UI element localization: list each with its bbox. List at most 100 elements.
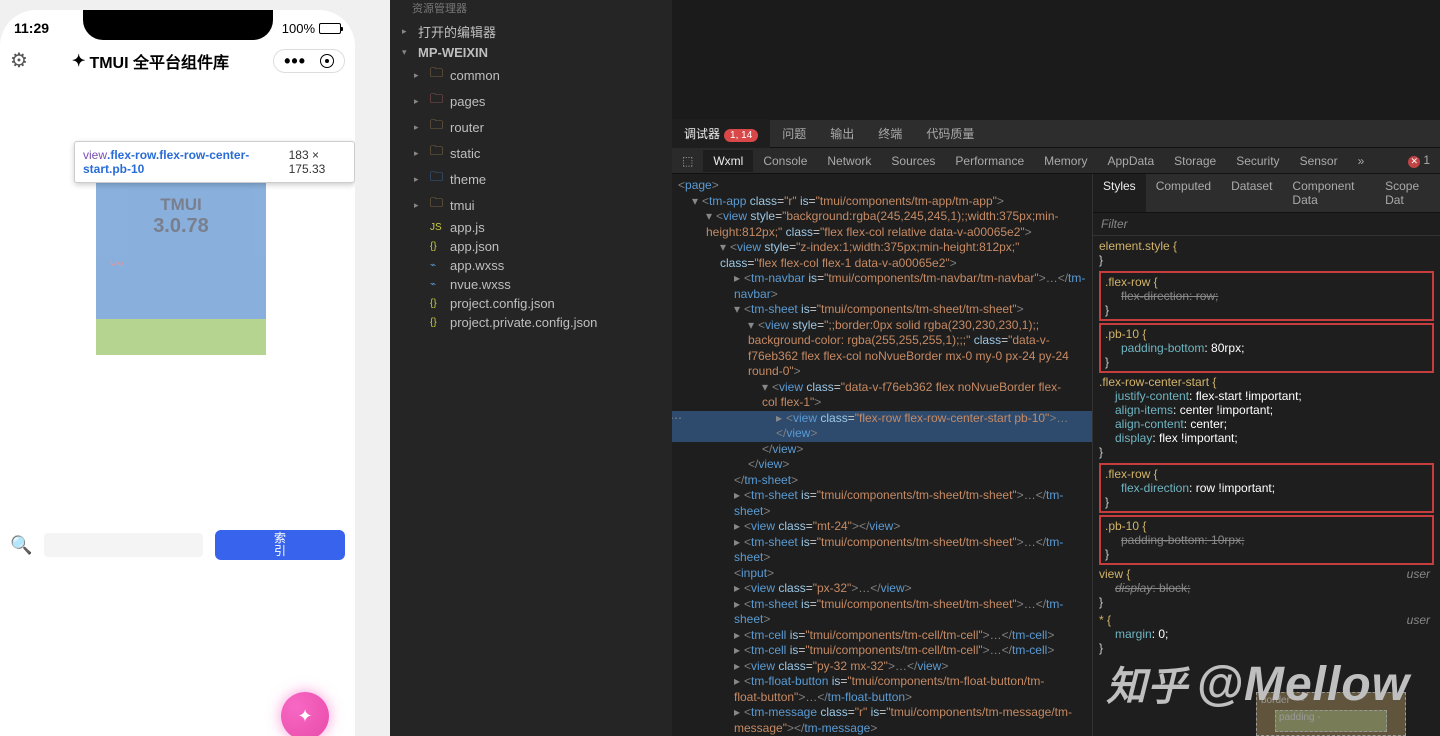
miniprogram-capsule[interactable]: •••: [273, 49, 345, 73]
phone-notch: [83, 10, 273, 40]
tab-debugger[interactable]: 调试器1, 14: [672, 119, 770, 148]
folder-static[interactable]: ▸🗀static: [390, 140, 672, 166]
dom-node[interactable]: </view>: [672, 457, 1092, 473]
file-icon: ⌁: [430, 260, 444, 271]
subtab-wxml[interactable]: Wxml: [703, 150, 753, 172]
devtools-top-tabbar: 调试器1, 14 问题 输出 终端 代码质量: [672, 120, 1440, 148]
dom-node[interactable]: ▸<tm-sheet is="tmui/components/tm-sheet/…: [672, 488, 1092, 504]
dom-node[interactable]: ▸<tm-cell is="tmui/components/tm-cell/tm…: [672, 628, 1092, 644]
dom-node[interactable]: ▸<tm-cell is="tmui/components/tm-cell/tm…: [672, 643, 1092, 659]
dom-tree[interactable]: <page>▾<tm-app class="r" is="tmui/compon…: [672, 174, 1092, 736]
css-rule[interactable]: .flex-row-center-start {justify-content:…: [1099, 375, 1434, 459]
dom-node[interactable]: ▸<tm-message class="r" is="tmui/componen…: [672, 705, 1092, 721]
tab-output[interactable]: 输出: [818, 119, 866, 148]
folder-pages[interactable]: ▸🗀pages: [390, 88, 672, 114]
section-open-editors[interactable]: ▸打开的编辑器: [390, 20, 672, 43]
dom-node[interactable]: ▸<view class="px-32">…</view>: [672, 581, 1092, 597]
dom-node[interactable]: ▸<tm-navbar is="tmui/components/tm-navba…: [672, 271, 1092, 287]
subtab-storage[interactable]: Storage: [1164, 150, 1226, 172]
filter-input[interactable]: Filter: [1093, 213, 1440, 236]
subtab-memory[interactable]: Memory: [1034, 150, 1097, 172]
dom-node[interactable]: f76eb362 flex flex-col noNvueBorder mx-0…: [672, 349, 1092, 365]
styletab-computed[interactable]: Computed: [1146, 174, 1221, 212]
dom-node[interactable]: col flex-1">: [672, 395, 1092, 411]
dom-node[interactable]: background-color: rgba(255,255,255,1);;;…: [672, 333, 1092, 349]
dom-node[interactable]: ▾<view class="data-v-f76eb362 flex noNvu…: [672, 380, 1092, 396]
folder-theme[interactable]: ▸🗀theme: [390, 166, 672, 192]
subtab-security[interactable]: Security: [1226, 150, 1289, 172]
dom-node[interactable]: ▾<view style="background:rgba(245,245,24…: [672, 209, 1092, 225]
dom-node[interactable]: height:812px;" class="flex flex-col rela…: [672, 225, 1092, 241]
float-action-button[interactable]: ✦: [281, 692, 329, 736]
dom-node[interactable]: sheet>: [672, 612, 1092, 628]
dom-node[interactable]: ▸<tm-float-button is="tmui/components/tm…: [672, 674, 1092, 690]
css-rule[interactable]: view {userdisplay: block;}: [1099, 567, 1434, 609]
styletab-scope-dat[interactable]: Scope Dat: [1375, 174, 1440, 212]
dom-node[interactable]: ▸<view class="py-32 mx-32">…</view>: [672, 659, 1092, 675]
subtab-sensor[interactable]: Sensor: [1290, 150, 1348, 172]
subtab-appdata[interactable]: AppData: [1097, 150, 1164, 172]
dom-node[interactable]: <page>: [672, 178, 1092, 194]
folder-icon: 🗀: [430, 64, 444, 86]
subtab-network[interactable]: Network: [817, 150, 881, 172]
tab-issues[interactable]: 问题: [770, 119, 818, 148]
dom-node[interactable]: ▾<view style=";;border:0px solid rgba(23…: [672, 318, 1092, 334]
search-icon[interactable]: 🔍: [10, 535, 32, 556]
tab-quality[interactable]: 代码质量: [914, 119, 986, 148]
css-rules[interactable]: element.style {} .flex-row {flex-directi…: [1093, 236, 1440, 662]
file-project.config.json[interactable]: {}project.config.json: [390, 294, 672, 313]
target-icon[interactable]: [320, 54, 334, 68]
dom-node[interactable]: navbar>: [672, 287, 1092, 303]
dom-node[interactable]: ▸<view class="mt-24"></view>: [672, 519, 1092, 535]
css-rule[interactable]: .pb-10 {padding-bottom: 80rpx;}: [1099, 323, 1434, 373]
error-count[interactable]: ✕1: [1398, 149, 1440, 172]
file-app.wxss[interactable]: ⌁app.wxss: [390, 256, 672, 275]
inspect-dims: 183 × 175.33: [289, 148, 346, 176]
dom-node[interactable]: ▸<tm-sheet is="tmui/components/tm-sheet/…: [672, 535, 1092, 551]
dom-node[interactable]: ▾<tm-sheet is="tmui/components/tm-sheet/…: [672, 302, 1092, 318]
dom-node[interactable]: <input>: [672, 566, 1092, 582]
styletab-component-data[interactable]: Component Data: [1282, 174, 1375, 212]
tab-terminal[interactable]: 终端: [866, 119, 914, 148]
folder-root[interactable]: ▾MP-WEIXIN: [390, 43, 672, 62]
dom-node[interactable]: ▾<tm-app class="r" is="tmui/components/t…: [672, 194, 1092, 210]
css-rule[interactable]: * {usermargin: 0;}: [1099, 613, 1434, 655]
subtab-console[interactable]: Console: [753, 150, 817, 172]
css-rule[interactable]: .flex-row {flex-direction: row !importan…: [1099, 463, 1434, 513]
inspected-element-overlay[interactable]: TMUI 3.0.78 〰: [96, 183, 266, 355]
index-button[interactable]: 索 引: [215, 530, 345, 560]
dom-node[interactable]: ▾<view style="z-index:1;width:375px;min-…: [672, 240, 1092, 256]
folder-tmui[interactable]: ▸🗀tmui: [390, 192, 672, 218]
dom-node[interactable]: ▸<tm-sheet is="tmui/components/tm-sheet/…: [672, 597, 1092, 613]
folder-common[interactable]: ▸🗀common: [390, 62, 672, 88]
dom-node[interactable]: round-0">: [672, 364, 1092, 380]
styles-pane: StylesComputedDatasetComponent DataScope…: [1092, 174, 1440, 736]
css-rule[interactable]: .flex-row {flex-direction: row;}: [1099, 271, 1434, 321]
styletab-styles[interactable]: Styles: [1093, 174, 1146, 212]
more-tabs-icon[interactable]: »: [1348, 150, 1375, 172]
inspect-element-icon[interactable]: ⬚: [672, 150, 703, 172]
dom-node[interactable]: </view>: [672, 426, 1092, 442]
dom-node[interactable]: </tm-sheet>: [672, 473, 1092, 489]
subtab-performance[interactable]: Performance: [945, 150, 1034, 172]
css-rule[interactable]: .pb-10 {padding-bottom: 10rpx;}: [1099, 515, 1434, 565]
more-icon[interactable]: •••: [284, 58, 306, 64]
file-nvue.wxss[interactable]: ⌁nvue.wxss: [390, 275, 672, 294]
file-icon: {}: [430, 298, 444, 309]
styletab-dataset[interactable]: Dataset: [1221, 174, 1282, 212]
subtab-sources[interactable]: Sources: [881, 150, 945, 172]
dom-node[interactable]: sheet>: [672, 504, 1092, 520]
status-time: 11:29: [14, 20, 49, 36]
file-app.js[interactable]: JSapp.js: [390, 218, 672, 237]
file-project.private.config.json[interactable]: {}project.private.config.json: [390, 313, 672, 332]
dom-node[interactable]: sheet>: [672, 550, 1092, 566]
dom-node[interactable]: ⋯▸<view class="flex-row flex-row-center-…: [672, 411, 1092, 427]
search-input[interactable]: [44, 533, 203, 557]
dom-node[interactable]: float-button">…</tm-float-button>: [672, 690, 1092, 706]
folder-router[interactable]: ▸🗀router: [390, 114, 672, 140]
file-app.json[interactable]: {}app.json: [390, 237, 672, 256]
dom-node[interactable]: message"></tm-message>: [672, 721, 1092, 736]
gear-icon[interactable]: ⚙: [10, 48, 28, 73]
dom-node[interactable]: class="flex flex-col flex-1 data-v-a0006…: [672, 256, 1092, 272]
dom-node[interactable]: </view>: [672, 442, 1092, 458]
